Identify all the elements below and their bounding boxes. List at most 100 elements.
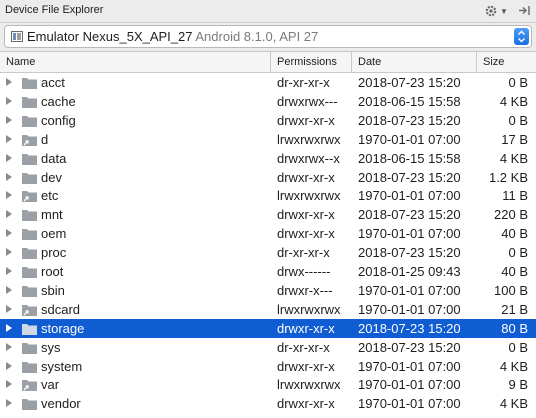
file-date: 1970-01-01 07:00 [358,359,461,374]
file-row[interactable]: proc dr-xr-xr-x 2018-07-23 15:20 0 B [0,243,536,262]
device-toolbar: Emulator Nexus_5X_API_27 Android 8.1.0, … [0,23,536,52]
file-date: 1970-01-01 07:00 [358,302,461,317]
folder-icon [22,229,37,240]
file-name: system [41,359,83,374]
file-name: var [41,377,60,392]
device-label: Emulator Nexus_5X_API_27 Android 8.1.0, … [27,29,318,44]
file-row[interactable]: oem drwxr-xr-x 1970-01-01 07:00 40 B [0,224,536,243]
file-row[interactable]: vendor drwxr-xr-x 1970-01-01 07:00 4 KB [0,394,536,413]
file-permissions: drwxr-xr-x [277,396,335,411]
file-date: 2018-07-23 15:20 [358,245,461,260]
expand-arrow-icon[interactable] [6,305,12,313]
file-size: 11 B [502,188,528,203]
device-dropdown-button[interactable] [514,28,529,45]
expand-arrow-icon[interactable] [6,229,12,237]
folder-icon [22,324,37,335]
file-date: 2018-06-15 15:58 [358,94,461,109]
file-date: 2018-07-23 15:20 [358,170,461,185]
file-size: 9 B [508,377,528,392]
folder-link-icon [22,191,37,202]
folder-icon [22,78,37,89]
tool-window-header: Device File Explorer ▼ [0,0,536,23]
file-permissions: drwxr-xr-x [277,170,335,185]
file-name: dev [41,170,62,185]
file-row[interactable]: acct dr-xr-xr-x 2018-07-23 15:20 0 B [0,73,536,92]
expand-arrow-icon[interactable] [6,248,12,256]
file-name: config [41,113,76,128]
file-name: oem [41,226,67,241]
file-size: 40 B [501,264,528,279]
hide-panel-icon[interactable] [518,4,531,17]
device-selector[interactable]: Emulator Nexus_5X_API_27 Android 8.1.0, … [4,25,532,48]
expand-arrow-icon[interactable] [6,173,12,181]
file-size: 40 B [501,226,528,241]
file-row[interactable]: sdcard lrwxrwxrwx 1970-01-01 07:00 21 B [0,300,536,319]
file-name: d [41,132,49,147]
gear-icon[interactable] [484,4,498,18]
expand-arrow-icon[interactable] [6,210,12,218]
file-name: sys [41,340,61,355]
file-permissions: lrwxrwxrwx [277,302,341,317]
column-divider[interactable] [270,52,271,72]
folder-icon [22,267,37,278]
file-date: 2018-07-23 15:20 [358,75,461,90]
file-size: 0 B [508,75,528,90]
file-row[interactable]: var lrwxrwxrwx 1970-01-01 07:00 9 B [0,375,536,394]
file-row[interactable]: storage drwxr-xr-x 2018-07-23 15:20 80 B [0,319,536,338]
file-row[interactable]: mnt drwxr-xr-x 2018-07-23 15:20 220 B [0,205,536,224]
expand-arrow-icon[interactable] [6,286,12,294]
file-row[interactable]: sys dr-xr-xr-x 2018-07-23 15:20 0 B [0,338,536,357]
file-row[interactable]: data drwxrwx--x 2018-06-15 15:58 4 KB [0,149,536,168]
expand-arrow-icon[interactable] [6,135,12,143]
file-row[interactable]: dev drwxr-xr-x 2018-07-23 15:20 1.2 KB [0,168,536,187]
file-size: 4 KB [499,396,528,411]
expand-arrow-icon[interactable] [6,399,12,407]
file-size: 1.2 KB [488,170,528,185]
file-name: acct [41,75,65,90]
file-date: 1970-01-01 07:00 [358,396,461,411]
folder-icon [22,173,37,184]
expand-arrow-icon[interactable] [6,324,12,332]
folder-link-icon [22,305,37,316]
column-permissions[interactable]: Permissions [277,52,337,72]
expand-arrow-icon[interactable] [6,362,12,370]
expand-arrow-icon[interactable] [6,191,12,199]
folder-icon [22,248,37,259]
file-row[interactable]: d lrwxrwxrwx 1970-01-01 07:00 17 B [0,130,536,149]
expand-arrow-icon[interactable] [6,380,12,388]
file-name: storage [41,321,85,336]
file-date: 2018-07-23 15:20 [358,207,461,222]
folder-icon [22,97,37,108]
column-size[interactable]: Size [483,52,504,72]
folder-icon [22,116,37,127]
column-name[interactable]: Name [6,52,35,72]
file-row[interactable]: config drwxr-xr-x 2018-07-23 15:20 0 B [0,111,536,130]
file-row[interactable]: cache drwxrwx--- 2018-06-15 15:58 4 KB [0,92,536,111]
file-permissions: dr-xr-xr-x [277,340,330,355]
file-name: etc [41,188,59,203]
expand-arrow-icon[interactable] [6,154,12,162]
file-row[interactable]: system drwxr-xr-x 1970-01-01 07:00 4 KB [0,357,536,376]
file-name: sbin [41,283,65,298]
file-permissions: lrwxrwxrwx [277,377,341,392]
expand-arrow-icon[interactable] [6,343,12,351]
gear-dropdown-icon[interactable]: ▼ [500,7,508,16]
file-row[interactable]: root drwx------ 2018-01-25 09:43 40 B [0,262,536,281]
expand-arrow-icon[interactable] [6,267,12,275]
file-row[interactable]: etc lrwxrwxrwx 1970-01-01 07:00 11 B [0,186,536,205]
file-name: data [41,151,67,166]
file-row[interactable]: sbin drwxr-x--- 1970-01-01 07:00 100 B [0,281,536,300]
column-date[interactable]: Date [358,52,381,72]
folder-icon [22,343,37,354]
folder-icon [22,210,37,221]
file-permissions: drwxrwx--- [277,94,338,109]
expand-arrow-icon[interactable] [6,78,12,86]
column-divider[interactable] [476,52,477,72]
file-name: sdcard [41,302,81,317]
expand-arrow-icon[interactable] [6,116,12,124]
file-permissions: dr-xr-xr-x [277,245,330,260]
device-name: Emulator Nexus_5X_API_27 [27,29,193,44]
file-size: 17 B [501,132,528,147]
column-divider[interactable] [351,52,352,72]
expand-arrow-icon[interactable] [6,97,12,105]
